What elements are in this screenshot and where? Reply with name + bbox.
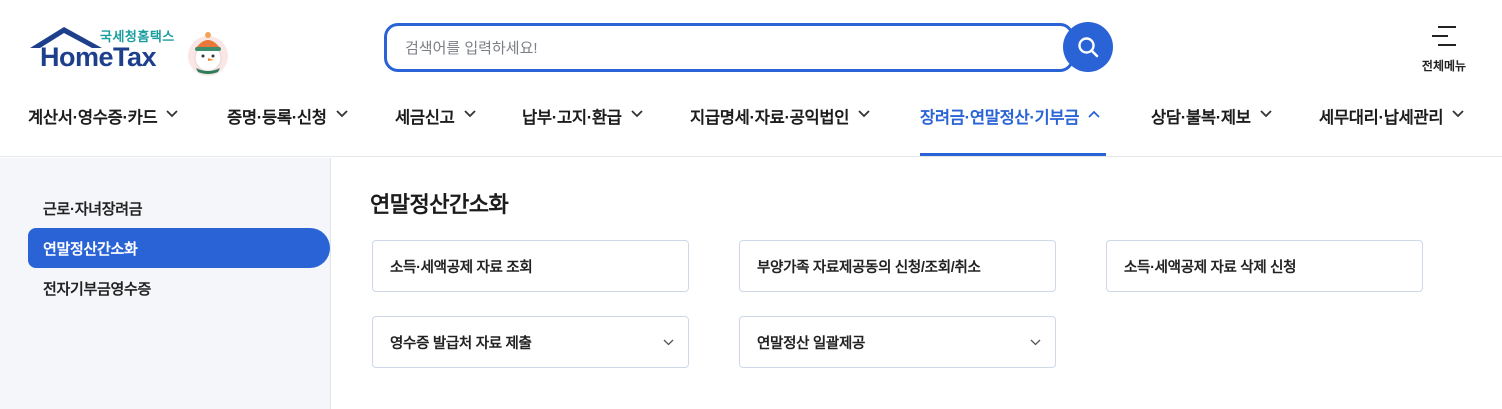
card-deduction-data-inquiry[interactable]: 소득·세액공제 자료 조회 (372, 240, 689, 292)
snowman-mascot-icon (188, 32, 228, 76)
chevron-down-icon (1452, 110, 1464, 118)
gnb-item-tax-agent[interactable]: 세무대리·납세관리 (1319, 96, 1464, 157)
search-box (384, 23, 1074, 72)
chevron-down-icon (631, 110, 643, 118)
gnb-item-invoice-receipt-card[interactable]: 계산서·영수증·카드 (28, 96, 179, 157)
gnb-item-label: 상담·불복·제보 (1151, 109, 1251, 127)
search-icon (1078, 37, 1099, 58)
gnb-item-payment-notice-refund[interactable]: 납부·고지·환급 (522, 96, 643, 157)
card-dependent-consent[interactable]: 부양가족 자료제공동의 신청/조회/취소 (739, 240, 1056, 292)
card-receipt-issuer-submission[interactable]: 영수증 발급처 자료 제출 (372, 316, 689, 368)
card-label: 연말정산 일괄제공 (757, 335, 866, 352)
chevron-down-icon (1030, 339, 1041, 346)
gnb-item-label: 증명·등록·신청 (227, 109, 327, 127)
logo-english-text: HomeTax (40, 42, 157, 72)
page-title: 연말정산간소화 (370, 192, 509, 217)
gnb-item-tax-filing[interactable]: 세금신고 (395, 96, 476, 157)
side-menu-item-e-donation-receipt[interactable]: 전자기부금영수증 (28, 268, 330, 308)
card-label: 소득·세액공제 자료 조회 (390, 259, 533, 276)
card-deduction-data-deletion[interactable]: 소득·세액공제 자료 삭제 신청 (1106, 240, 1423, 292)
chevron-up-icon (1088, 110, 1100, 118)
card-label: 부양가족 자료제공동의 신청/조회/취소 (757, 259, 981, 276)
gnb-item-label: 세금신고 (395, 109, 455, 127)
card-label: 영수증 발급처 자료 제출 (390, 335, 532, 352)
side-menu: 근로·자녀장려금 연말정산간소화 전자기부금영수증 (0, 158, 331, 409)
side-menu-item-earned-child-incentive[interactable]: 근로·자녀장려금 (28, 188, 330, 228)
gnb-item-certificate-registration[interactable]: 증명·등록·신청 (227, 96, 348, 157)
gnb-item-label: 장려금·연말정산·기부금 (920, 109, 1080, 127)
chevron-down-icon (463, 110, 476, 118)
chevron-down-icon (1260, 110, 1272, 118)
chevron-down-icon (166, 110, 179, 118)
side-menu-item-yearend-simplified[interactable]: 연말정산간소화 (28, 228, 330, 268)
search-button[interactable] (1063, 22, 1113, 72)
chevron-down-icon (336, 110, 348, 118)
card-yearend-bulk-provision[interactable]: 연말정산 일괄제공 (739, 316, 1056, 368)
gnb-item-payment-statement[interactable]: 지급명세·자료·공익법인 (690, 96, 870, 157)
gnb-item-label: 납부·고지·환급 (522, 109, 622, 127)
gnb-item-consultation-appeal[interactable]: 상담·불복·제보 (1151, 96, 1272, 157)
gnb-item-label: 세무대리·납세관리 (1319, 109, 1444, 127)
chevron-down-icon (663, 339, 674, 346)
main-navigation: 계산서·영수증·카드 증명·등록·신청 세금신고 납부·고지·환급 지급명세·자… (0, 96, 1502, 157)
site-header: 국세청홈택스 HomeTax 전체메뉴 (0, 0, 1502, 157)
gnb-item-incentive-yearend-donation[interactable]: 장려금·연말정산·기부금 (920, 96, 1100, 157)
active-tab-underline (920, 153, 1106, 156)
chevron-down-icon (858, 110, 870, 118)
all-menu-button[interactable]: 전체메뉴 (1412, 22, 1476, 74)
gnb-item-label: 계산서·영수증·카드 (28, 109, 158, 127)
hamburger-menu-icon (1432, 26, 1456, 46)
hometax-logo[interactable]: 국세청홈택스 HomeTax (26, 22, 236, 80)
gnb-item-label: 지급명세·자료·공익법인 (690, 109, 850, 127)
card-label: 소득·세액공제 자료 삭제 신청 (1124, 259, 1297, 276)
all-menu-label: 전체메뉴 (1421, 59, 1467, 73)
search-input[interactable] (405, 36, 1045, 60)
